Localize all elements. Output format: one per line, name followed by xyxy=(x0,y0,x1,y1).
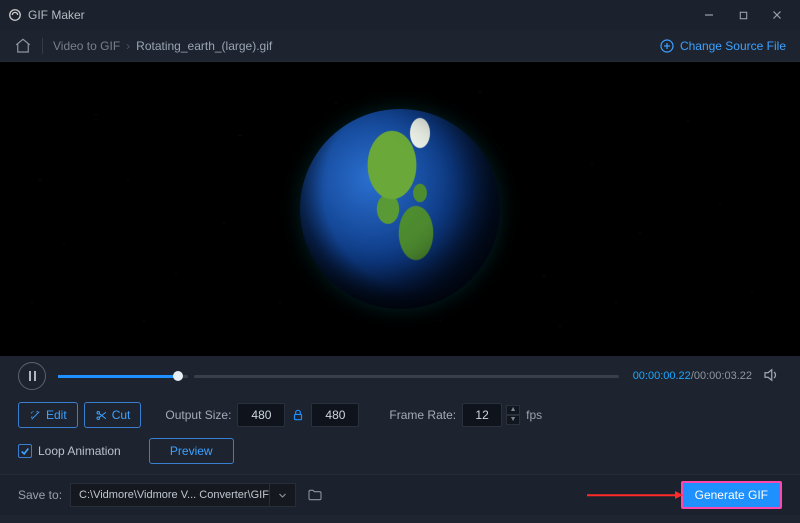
chevron-right-icon: › xyxy=(126,39,130,53)
frame-rate-input[interactable]: 12 xyxy=(462,403,502,427)
cut-button[interactable]: Cut xyxy=(84,402,142,428)
change-source-file-button[interactable]: Change Source File xyxy=(659,38,786,54)
chevron-down-icon xyxy=(278,491,287,500)
breadcrumb-item-1[interactable]: Video to GIF xyxy=(53,39,120,53)
window-title: GIF Maker xyxy=(28,8,85,22)
frame-rate-spinner[interactable]: ▲ ▼ xyxy=(506,405,520,425)
home-icon[interactable] xyxy=(14,37,32,55)
volume-icon[interactable] xyxy=(762,366,782,386)
save-path-display[interactable]: C:\Vidmore\Vidmore V... Converter\GIF Ma… xyxy=(70,483,270,507)
window-maximize-button[interactable] xyxy=(726,0,760,30)
save-bar: Save to: C:\Vidmore\Vidmore V... Convert… xyxy=(0,475,800,515)
current-time: 00:00:00.22 xyxy=(633,370,691,382)
total-time: /00:00:03.22 xyxy=(691,370,752,382)
magic-wand-icon xyxy=(29,409,42,422)
edit-label: Edit xyxy=(46,408,67,422)
window-titlebar: GIF Maker xyxy=(0,0,800,30)
spinner-up-icon[interactable]: ▲ xyxy=(506,405,520,415)
output-height-input[interactable]: 480 xyxy=(311,403,359,427)
lock-icon[interactable] xyxy=(291,408,305,422)
tool-row: Edit Cut Output Size: 480 480 Frame Rate… xyxy=(0,396,800,432)
save-to-label: Save to: xyxy=(18,488,62,502)
save-path-dropdown[interactable] xyxy=(270,483,296,507)
generate-gif-button[interactable]: Generate GIF xyxy=(681,481,782,509)
annotation-arrowhead xyxy=(675,491,683,499)
edit-button[interactable]: Edit xyxy=(18,402,78,428)
earth-preview-image xyxy=(300,109,500,309)
frame-rate-label: Frame Rate: xyxy=(389,408,456,422)
preview-button[interactable]: Preview xyxy=(149,438,234,464)
video-preview-area xyxy=(0,62,800,356)
change-source-label: Change Source File xyxy=(680,39,786,53)
spinner-down-icon[interactable]: ▼ xyxy=(506,415,520,425)
output-width-input[interactable]: 480 xyxy=(237,403,285,427)
annotation-arrow xyxy=(587,494,677,496)
playback-bar: 00:00:00.22/00:00:03.22 xyxy=(0,356,800,396)
plus-circle-icon xyxy=(659,38,675,54)
scissors-icon xyxy=(95,409,108,422)
output-size-label: Output Size: xyxy=(165,408,231,422)
app-icon xyxy=(8,8,22,22)
loop-animation-checkbox[interactable] xyxy=(18,444,32,458)
loop-animation-label: Loop Animation xyxy=(38,444,121,458)
window-close-button[interactable] xyxy=(760,0,794,30)
progress-remaining[interactable] xyxy=(194,375,619,378)
window-minimize-button[interactable] xyxy=(692,0,726,30)
breadcrumb-bar: Video to GIF › Rotating_earth_(large).gi… xyxy=(0,30,800,62)
check-icon xyxy=(20,446,30,456)
progress-thumb[interactable] xyxy=(173,371,183,381)
cut-label: Cut xyxy=(112,408,131,422)
breadcrumb-item-2: Rotating_earth_(large).gif xyxy=(136,39,272,53)
play-pause-button[interactable] xyxy=(18,362,46,390)
open-folder-button[interactable] xyxy=(302,483,328,507)
folder-icon xyxy=(307,487,323,503)
options-row: Loop Animation Preview xyxy=(0,432,800,474)
fps-label: fps xyxy=(526,408,542,422)
progress-slider[interactable] xyxy=(58,375,188,378)
